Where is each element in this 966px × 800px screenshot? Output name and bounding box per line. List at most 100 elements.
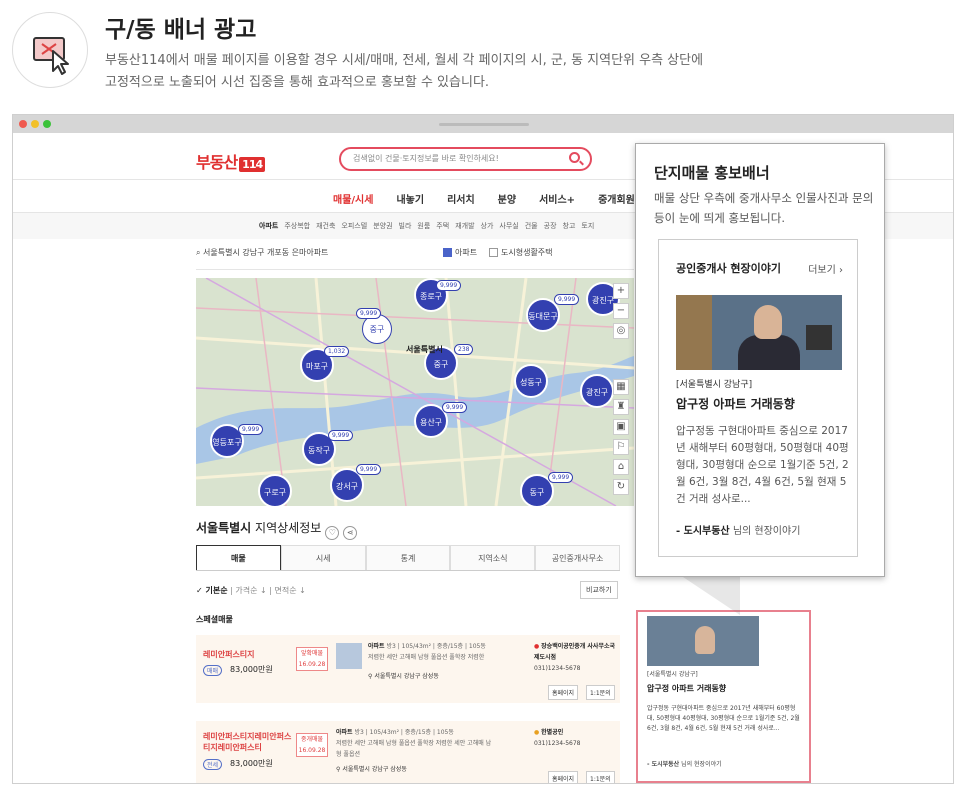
list-item[interactable]: 레미안퍼스티지 매매 83,000만원 앞확매물 16.09.28 아파트 방3 …	[196, 635, 620, 703]
site-logo[interactable]: 부동산 114	[196, 149, 266, 173]
sort-area[interactable]: 면적순 ↓	[274, 586, 305, 595]
banner-title: 압구정 아파트 거래동향	[647, 684, 727, 693]
subnav-item[interactable]: 오피스텔	[341, 221, 367, 231]
list-item[interactable]: 레미안퍼스티지레미안퍼스티지레미안퍼스티 전세 83,000만원 중개매물 16.…	[196, 721, 620, 783]
minimize-dot[interactable]	[31, 120, 39, 128]
banner-popup: 단지매물 홍보배너 매물 상단 우측에 중개사무소 인물사진과 문의 등이 눈에…	[635, 143, 885, 577]
map-pin[interactable]: 광진구	[580, 374, 614, 408]
subway-icon[interactable]: ▣	[613, 419, 629, 435]
card-location: [서울특별시 강남구]	[676, 380, 753, 390]
sort-default[interactable]: ✓ 기본순	[196, 586, 228, 595]
page-description: 부동산114에서 매물 페이지를 이용할 경우 시세/매매, 전세, 월세 각 …	[105, 53, 704, 90]
zoom-out-icon[interactable]: −	[613, 303, 629, 319]
count-badge: 9,999	[238, 424, 264, 435]
count-badge: 9,999	[548, 472, 574, 483]
region-title: 서울특별시 지역상세정보 ♡ ⋖	[196, 519, 358, 540]
building-icon[interactable]: ▦	[613, 379, 629, 395]
subnav-item[interactable]: 주상복합	[284, 221, 310, 231]
share-icon[interactable]: ⋖	[343, 526, 358, 540]
more-link[interactable]: 더보기 ›	[808, 261, 843, 276]
subnav-item[interactable]: 아파트	[259, 221, 278, 231]
listing-price: 83,000만원	[230, 759, 273, 768]
subnav-item[interactable]: 창고	[563, 221, 576, 231]
homepage-button[interactable]: 홈페이지	[548, 685, 579, 700]
listing-name[interactable]: 레미안퍼스티지	[203, 649, 291, 660]
date-tag: 중개매물 16.09.28	[296, 733, 328, 757]
flag-icon[interactable]: ⚐	[613, 439, 629, 455]
deal-type-badge: 매매	[203, 665, 223, 676]
card-footer: - 도시부동산 님의 현장이야기	[676, 526, 801, 537]
tab-stats[interactable]: 통계	[365, 545, 451, 570]
search-input[interactable]: 검색없이 건물·토지정보를 바로 확인하세요!	[339, 147, 592, 171]
subnav-item[interactable]: 빌라	[399, 221, 412, 231]
date-tag: 앞확매물 16.09.28	[296, 647, 328, 671]
subnav-item[interactable]: 사무실	[499, 221, 518, 231]
map-pin[interactable]: 성동구	[514, 364, 548, 398]
count-badge: 238	[454, 344, 474, 355]
homepage-button[interactable]: 홈페이지	[548, 771, 579, 783]
deal-type-badge: 전세	[203, 759, 223, 770]
count-badge: 1,032	[324, 346, 350, 357]
address-bar	[439, 123, 529, 126]
locate-icon[interactable]: ◎	[613, 323, 629, 339]
page-title: 구/동 배너 광고	[105, 17, 257, 43]
close-dot[interactable]	[19, 120, 27, 128]
popup-description: 매물 상단 우측에 중개사무소 인물사진과 문의 등이 눈에 띄게 홍보됩니다.	[654, 191, 874, 225]
side-banner-highlight[interactable]: [서울특별시 강남구] 압구정 아파트 거래동향 압구정동 구현대아파트 중심으…	[636, 610, 811, 783]
listing-name[interactable]: 레미안퍼스티지레미안퍼스티지레미안퍼스티	[203, 731, 295, 753]
agent-info: ● 장승백이공인중개 사사무소국제도시점 031)1234-5678	[534, 643, 616, 672]
search-icon[interactable]	[569, 152, 580, 163]
agent-photo	[647, 616, 759, 666]
tab-price[interactable]: 시세	[280, 545, 366, 570]
agent-info: ● 한별공인 031)1234-5678	[534, 729, 581, 747]
checkbox-apt[interactable]: 아파트	[443, 247, 477, 258]
subnav-item[interactable]: 분양권	[373, 221, 392, 231]
checkbox-city-house[interactable]: 도시형생활주택	[489, 247, 553, 258]
count-badge: 9,999	[328, 430, 354, 441]
listing-thumbnail[interactable]	[336, 643, 362, 669]
popup-title: 단지매물 홍보배너	[654, 164, 770, 182]
inquiry-button[interactable]: 1:1문의	[586, 771, 615, 783]
card-body: 압구정동 구현대아파트 중심으로 2017년 새해부터 60평형대, 50평형대…	[676, 425, 849, 505]
count-badge: 9,999	[442, 402, 468, 413]
listing-price: 83,000만원	[230, 665, 273, 674]
zoom-in-icon[interactable]: +	[613, 283, 629, 299]
subnav-item[interactable]: 주택	[436, 221, 449, 231]
search-icon: ⌕	[196, 248, 204, 257]
compare-button[interactable]: 비교하기	[580, 581, 618, 599]
story-card[interactable]: 공인중개사 현장이야기 더보기 › [서울특별시 강남구] 압구정 아파트 거래…	[658, 239, 858, 557]
subnav-item[interactable]: 건물	[525, 221, 538, 231]
tab-agents[interactable]: 공인중개사무소	[535, 545, 620, 570]
click-banner-icon	[12, 12, 88, 88]
sort-price[interactable]: 가격순 ↓	[235, 586, 266, 595]
maximize-dot[interactable]	[43, 120, 51, 128]
banner-footer: - 도시부동산 님의 현장이야기	[647, 761, 722, 768]
refresh-icon[interactable]: ↻	[613, 479, 629, 495]
listing-info: 아파트 방3 | 105/43m² | 중층/15층 | 105동 저렴한 세안…	[336, 729, 492, 773]
subnav-item[interactable]: 재건축	[316, 221, 335, 231]
count-badge: 9,999	[356, 308, 382, 319]
heart-icon[interactable]: ♡	[325, 526, 340, 540]
subnav-item[interactable]: 원룸	[417, 221, 430, 231]
listing-info: 아파트 방3 | 105/43m² | 중층/15층 | 105동 저렴한 세안…	[368, 643, 486, 680]
card-header: 공인중개사 현장이야기	[676, 262, 782, 275]
tab-listings[interactable]: 매물	[196, 545, 281, 570]
sub-nav: 아파트 주상복합 재건축 오피스텔 분양권 빌라 원룸 주택 재개발 상가 사무…	[259, 221, 594, 231]
school-icon[interactable]: ♜	[613, 399, 629, 415]
subnav-item[interactable]: 상가	[481, 221, 494, 231]
map-city-label: 서울특별시	[406, 345, 443, 354]
map-pin[interactable]: 구로구	[258, 474, 292, 506]
card-title[interactable]: 압구정 아파트 거래동향	[676, 395, 795, 412]
subnav-item[interactable]: 토지	[581, 221, 594, 231]
subnav-item[interactable]: 재개발	[455, 221, 474, 231]
location-search[interactable]: ⌕ 서울특별시 강남구 개포동 은마아파트	[196, 247, 328, 258]
region-map[interactable]: 종로구 중구 마포구 중구 동대문구 광진구 성동구 광진구 용산구 영등포구 …	[196, 278, 634, 506]
special-listing-heading: 스페셜매물	[196, 615, 233, 624]
browser-chrome	[13, 115, 953, 133]
home-icon[interactable]: ⌂	[613, 459, 629, 475]
agent-photo	[676, 295, 842, 370]
subnav-item[interactable]: 공장	[544, 221, 557, 231]
tab-news[interactable]: 지역소식	[450, 545, 536, 570]
banner-body: 압구정동 구현대아파트 중심으로 2017년 새해부터 60평형대, 50평형대…	[647, 705, 800, 732]
inquiry-button[interactable]: 1:1문의	[586, 685, 615, 700]
